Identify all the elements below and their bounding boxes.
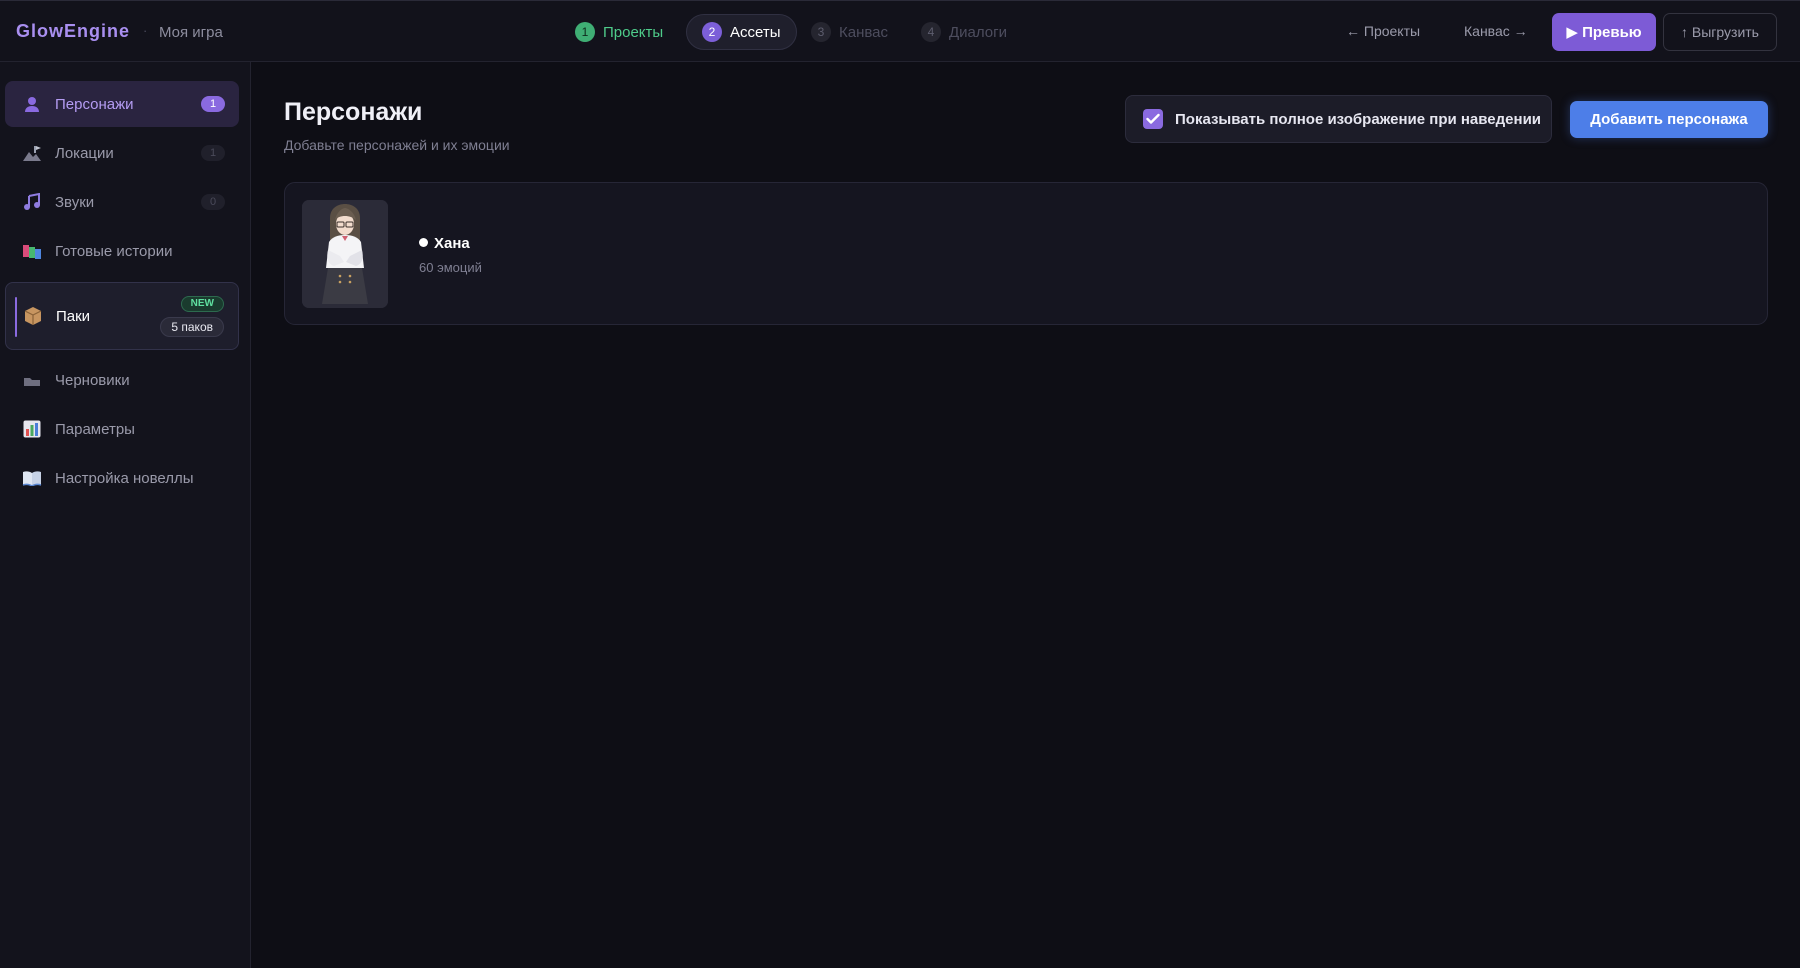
sidebar-item-label: Звуки	[55, 193, 95, 211]
music-icon	[21, 191, 43, 213]
sidebar: Персонажи 1 Локации 1 Звуки 0 Готовые ис…	[0, 62, 251, 968]
sidebar-item-sounds[interactable]: Звуки 0	[5, 179, 239, 225]
character-card[interactable]: Хана 60 эмоций	[302, 200, 522, 308]
step-label: Проекты	[603, 23, 664, 41]
user-icon	[21, 93, 43, 115]
step-label: Диалоги	[949, 23, 1007, 41]
sidebar-item-label: Настройка новеллы	[55, 469, 194, 487]
new-badge: NEW	[180, 296, 224, 312]
top-bar: GlowEngine · Моя игра 1 Проекты 2 Ассеты…	[0, 0, 1800, 62]
export-button[interactable]: ↑ Выгрузить	[1663, 13, 1777, 51]
count-badge: 1	[201, 145, 225, 161]
sidebar-item-label: Готовые истории	[55, 242, 173, 260]
character-name: Хана	[419, 235, 470, 252]
step-projects[interactable]: 1 Проекты	[560, 14, 678, 50]
count-badge: 1	[201, 96, 225, 112]
character-portrait-icon	[302, 200, 388, 308]
check-icon	[1146, 113, 1160, 124]
page-title: Персонажи	[284, 98, 423, 126]
back-to-projects-link[interactable]: ← Проекты	[1346, 23, 1420, 39]
location-icon	[21, 142, 43, 164]
characters-panel: Хана 60 эмоций	[284, 182, 1768, 325]
step-assets[interactable]: 2 Ассеты	[686, 14, 797, 50]
sidebar-item-novel-settings[interactable]: Настройка новеллы	[5, 455, 239, 501]
brand-logo[interactable]: GlowEngine	[16, 21, 130, 42]
character-emotions-count: 60 эмоций	[419, 260, 482, 275]
chart-icon	[21, 418, 43, 440]
step-number: 1	[575, 22, 595, 42]
step-canvas[interactable]: 3 Канвас	[796, 14, 903, 50]
project-name: Моя игра	[159, 24, 223, 41]
step-number: 3	[811, 22, 831, 42]
packs-count-badge: 5 паков	[160, 317, 224, 337]
sidebar-item-locations[interactable]: Локации 1	[5, 130, 239, 176]
step-number: 4	[921, 22, 941, 42]
hover-preview-checkbox[interactable]	[1143, 109, 1163, 129]
sidebar-item-label: Параметры	[55, 420, 135, 438]
sidebar-item-label: Черновики	[55, 371, 130, 389]
step-dialogs[interactable]: 4 Диалоги	[906, 14, 1022, 50]
step-number: 2	[702, 22, 722, 42]
forward-to-canvas-link[interactable]: Канвас →	[1464, 23, 1528, 39]
book-icon	[21, 467, 43, 489]
sidebar-item-label: Персонажи	[55, 95, 134, 113]
sidebar-item-packs[interactable]: Паки NEW 5 паков	[5, 282, 239, 350]
character-name-text: Хана	[434, 235, 470, 252]
drafts-icon	[21, 369, 43, 391]
sidebar-item-label: Паки	[56, 307, 91, 325]
sidebar-item-label: Локации	[55, 144, 114, 162]
preview-button[interactable]: ▶ Превью	[1552, 13, 1656, 51]
hover-preview-label: Показывать полное изображение при наведе…	[1175, 110, 1542, 128]
step-label: Канвас	[839, 23, 889, 41]
brand-separator: ·	[143, 23, 148, 38]
character-thumbnail[interactable]	[302, 200, 388, 308]
status-dot-icon	[419, 238, 428, 247]
step-label: Ассеты	[730, 23, 781, 41]
page-subtitle: Добавьте персонажей и их эмоции	[284, 137, 510, 153]
sidebar-item-ready-stories[interactable]: Готовые истории	[5, 228, 239, 274]
stories-icon	[21, 240, 43, 262]
sidebar-item-characters[interactable]: Персонажи 1	[5, 81, 239, 127]
package-icon	[22, 305, 44, 327]
add-character-button[interactable]: Добавить персонажа	[1570, 101, 1768, 138]
sidebar-item-drafts[interactable]: Черновики	[5, 357, 239, 403]
sidebar-item-parameters[interactable]: Параметры	[5, 406, 239, 452]
hover-preview-toggle[interactable]: Показывать полное изображение при наведе…	[1125, 95, 1552, 143]
count-badge: 0	[201, 194, 225, 210]
